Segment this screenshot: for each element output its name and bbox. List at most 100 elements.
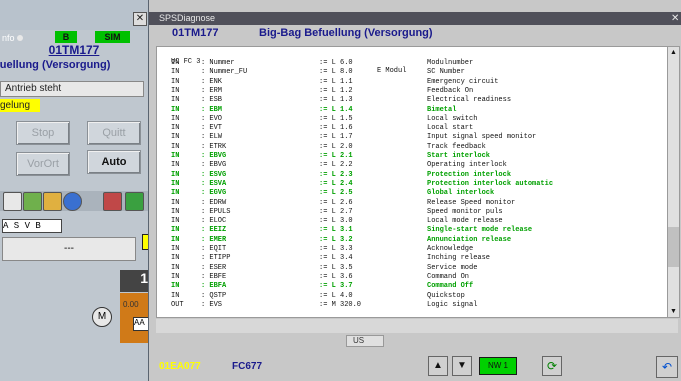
listing-cell-a: := L 1.3 [319,96,353,105]
network-indicator[interactable]: NW 1 [479,357,517,375]
listing-cell-d: Single-start mode release [427,226,533,235]
listing-cell-d: Command On [427,272,470,281]
drive-status: Antrieb steht [0,81,144,97]
listing-cell-n: : EPULS [201,207,231,216]
listing-row[interactable]: IN: EVT:= L 1.6 Local start [157,124,667,133]
listing-cell-a: := L 2.7 [319,207,353,216]
listing-row[interactable]: IN: ESVG:= L 2.3 Protection interlock [157,171,667,180]
listing-cell-d: Operating interlock [427,161,507,170]
stop-button[interactable]: Stop [16,121,70,145]
tab-asvb[interactable]: A S V B [2,219,62,233]
listing-cell-n: : ETIPP [201,254,231,263]
listing-row[interactable]: IN: ESB:= L 1.3 Electrical readiness [157,96,667,105]
listing-cell-a: := L 8.0 [319,68,353,77]
faceplate-title[interactable]: 01TM177 [0,43,148,57]
listing-row[interactable]: IN: EMER:= L 3.2 Annunciation release [157,236,667,245]
listing-row[interactable]: IN: ELOC:= L 3.0 Local mode release [157,217,667,226]
listing-cell-n: : EBM [201,105,223,114]
listing-row[interactable]: IN: EBFE:= L 3.6 Command On [157,273,667,282]
listing-row[interactable]: IN: EBVG:= L 2.1 Start interlock [157,152,667,161]
listing-row[interactable]: IN: EDRW:= L 2.6 Release Speed monitor [157,199,667,208]
listing-row[interactable]: IN: Nummer_FU:= L 8.0 SC Number [157,68,667,77]
listing-cell-n: : EBVG [201,161,227,170]
listing-row[interactable]: IN: ESER:= L 3.5 Service mode [157,264,667,273]
listing-cell-n: : EBVG [201,152,227,160]
listing-row[interactable]: IN: Nummer:= L 6.0 Modulnumber [157,59,667,68]
listing-cell-a: := L 1.1 [319,77,353,86]
listing-cell-n: : QSTP [201,291,227,300]
listing-cell-d: Annunciation release [427,235,512,244]
listing-cell-t: IN [171,207,180,216]
listing-cell-a: := L 2.4 [319,179,353,188]
window-titlebar[interactable]: SPSDiagnose ✕ [149,12,681,25]
listing-row[interactable]: IN: EBFA:= L 3.7 Command Off [157,282,667,291]
listing-row[interactable]: OUT: EVS:= M 320.0 Logic signal [157,301,667,310]
listing-row[interactable]: IN: ERM:= L 1.2 Feedback On [157,87,667,96]
footer-tag: 01EA077 [159,361,201,372]
tools-icon[interactable] [43,192,62,211]
listing-cell-n: : EVO [201,114,223,123]
listing-row[interactable]: IN: EBM:= L 1.4 Bimetal [157,106,667,115]
vorort-button[interactable]: VorOrt [16,152,70,176]
window-close-icon[interactable]: ✕ [671,13,681,24]
listing-cell-t: IN [171,105,180,114]
refresh-icon[interactable]: ⟳ [542,356,562,376]
listing-cell-d: Input signal speed monitor [427,133,537,142]
listing-row[interactable]: IN: EPULS:= L 2.7 Speed monitor puls [157,208,667,217]
header-title: Big-Bag Befuellung (Versorgung) [259,27,433,39]
listing-row[interactable]: IN: EEIZ:= L 3.1 Single-start mode releas… [157,226,667,235]
doc-icon[interactable] [3,192,22,211]
listing-row[interactable]: IN: ESVA:= L 2.4 Protection interlock aut… [157,180,667,189]
motor-icon[interactable]: M [92,307,112,327]
listing-row[interactable]: IN: EVO:= L 1.5 Local switch [157,115,667,124]
listing-row[interactable]: IN: ETRK:= L 2.0 Track feedback [157,143,667,152]
scroll-down-icon[interactable]: ▼ [668,306,679,317]
listing-cell-n: : ELW [201,133,223,142]
listing-cell-n: : Nummer [201,59,235,67]
listing-cell-n: : EBFE [201,272,227,281]
scrollbar[interactable]: ▲ ▼ [667,46,680,318]
scroll-up-icon[interactable]: ▲ [668,47,679,58]
listing-cell-a: := L 2.1 [319,152,353,160]
listing-cell-n: : EGVG [201,189,227,198]
scroll-thumb[interactable] [668,227,679,267]
help-icon[interactable] [63,192,82,211]
edit-icon[interactable] [23,192,42,211]
hourglass-icon [142,234,148,250]
pen-icon[interactable] [103,192,122,211]
listing-cell-a: := L 3.5 [319,263,353,272]
exit-icon[interactable] [125,192,144,211]
listing-cell-n: : ERM [201,86,223,95]
listing-cell-d: Local start [427,124,474,133]
listing-cell-a: := L 3.3 [319,245,353,253]
listing-cell-d: Command Off [427,282,474,291]
listing-row[interactable]: IN: EGVG:= L 2.5 Global interlock [157,189,667,198]
quitt-button[interactable]: Quitt [87,121,141,145]
listing-cell-a: := L 3.4 [319,254,353,263]
faceplate-subtitle: efuellung (Versorgung) [0,59,111,71]
auto-button[interactable]: Auto [87,150,141,174]
listing-cell-a: := L 2.0 [319,142,353,151]
close-icon[interactable]: ✕ [133,12,147,26]
listing-row[interactable]: IN: EQIT:= L 3.3 Acknowledge [157,245,667,254]
listing-cell-d: Quickstop [427,291,465,300]
listing-cell-a: := L 3.0 [319,217,353,226]
page-up-button[interactable]: ▲ [428,356,448,376]
listing-cell-t: IN [171,254,180,263]
listing-row[interactable]: IN: ENK:= L 1.1 Emergency circuit [157,78,667,87]
page-down-button[interactable]: ▼ [452,356,472,376]
listing-row[interactable]: IN: ETIPP:= L 3.4 Inching release [157,254,667,263]
listing-cell-d: Global interlock [427,189,495,198]
listing-row[interactable]: IN : EBVG := L 2.2 Operating interlock [157,161,667,170]
listing-cell-t: IN [171,245,180,253]
listing-cell-t: IN [171,161,180,170]
listing-cell-a: := L 2.3 [319,170,353,179]
listing-cell-a: := L 3.1 [319,226,353,235]
window-header: 01TM177 Big-Bag Befuellung (Versorgung) [149,25,681,42]
listing-cell-a: := L 1.2 [319,86,353,95]
listing-cell-a: := L 2.2 [319,161,353,170]
listing-row[interactable]: IN: ELW:= L 1.7 Input signal speed monito… [157,133,667,142]
listing-row[interactable]: IN: QSTP:= L 4.0 Quickstop [157,292,667,301]
code-listing[interactable]: UC FC 3 E Modul IN: Nummer:= L 6.0 Moduln… [156,46,668,318]
back-icon[interactable]: ↶ [656,356,678,378]
